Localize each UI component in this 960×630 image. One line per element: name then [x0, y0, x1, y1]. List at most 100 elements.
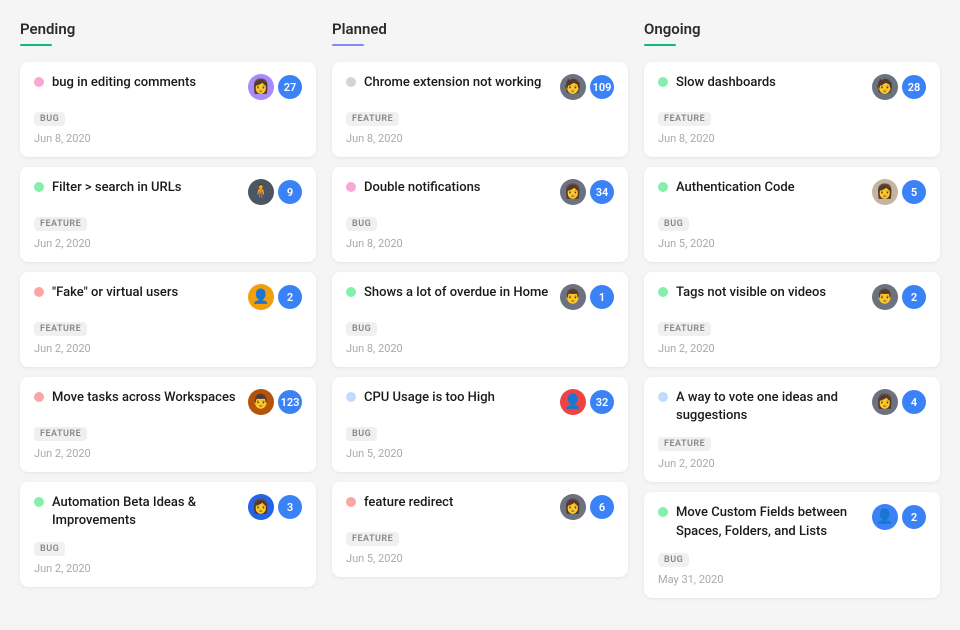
- card-tag: FEATURE: [658, 322, 711, 336]
- card[interactable]: feature redirect 👩6 FEATURE Jun 5, 2020: [332, 482, 628, 577]
- card-title: Shows a lot of overdue in Home: [364, 284, 548, 302]
- card-tag: BUG: [346, 427, 377, 441]
- status-dot: [346, 287, 356, 297]
- avatar: 👩: [560, 494, 586, 520]
- card-date: Jun 5, 2020: [658, 237, 926, 250]
- card-date: Jun 5, 2020: [346, 552, 614, 565]
- status-dot: [658, 77, 668, 87]
- status-dot: [346, 392, 356, 402]
- card-title: Move Custom Fields between Spaces, Folde…: [676, 504, 864, 540]
- count-badge: 6: [590, 495, 614, 519]
- avatar: 👤: [248, 284, 274, 310]
- card-tag: BUG: [346, 217, 377, 231]
- count-badge: 123: [278, 390, 302, 414]
- card-title: Chrome extension not working: [364, 74, 541, 92]
- status-dot: [658, 392, 668, 402]
- count-badge: 2: [278, 285, 302, 309]
- count-badge: 109: [590, 75, 614, 99]
- card[interactable]: Automation Beta Ideas & Improvements👩3BU…: [20, 482, 316, 587]
- card-tag: FEATURE: [34, 322, 87, 336]
- count-badge: 5: [902, 180, 926, 204]
- column-underline-ongoing: [644, 44, 676, 46]
- card-title: Filter > search in URLs: [52, 179, 181, 197]
- card[interactable]: CPU Usage is too High 👤32 BUG Jun 5, 2020: [332, 377, 628, 472]
- card-title: Automation Beta Ideas & Improvements: [52, 494, 240, 530]
- card-date: Jun 2, 2020: [34, 237, 302, 250]
- card[interactable]: "Fake" or virtual users👤2FEATUREJun 2, 2…: [20, 272, 316, 367]
- count-badge: 1: [590, 285, 614, 309]
- avatar: 👩: [560, 179, 586, 205]
- column-title-ongoing: Ongoing: [644, 20, 940, 38]
- avatar: 👨: [248, 389, 274, 415]
- card-tag: BUG: [34, 112, 65, 126]
- card-tag: FEATURE: [34, 427, 87, 441]
- card-date: Jun 2, 2020: [34, 447, 302, 460]
- card-tag: BUG: [346, 322, 377, 336]
- status-dot: [658, 507, 668, 517]
- card-tag: BUG: [658, 553, 689, 567]
- card-title: Move tasks across Workspaces: [52, 389, 236, 407]
- avatar: 👤: [872, 504, 898, 530]
- card-date: Jun 8, 2020: [346, 342, 614, 355]
- card[interactable]: Authentication Code👩5BUGJun 5, 2020: [644, 167, 940, 262]
- avatar: 🧍: [248, 179, 274, 205]
- card-title: bug in editing comments: [52, 74, 196, 92]
- card-tag: BUG: [658, 217, 689, 231]
- avatar: 👩: [248, 74, 274, 100]
- status-dot: [346, 77, 356, 87]
- status-dot: [34, 287, 44, 297]
- card-tag: FEATURE: [346, 532, 399, 546]
- card-tag: FEATURE: [346, 112, 399, 126]
- status-dot: [658, 287, 668, 297]
- card[interactable]: Slow dashboards🧑28FEATUREJun 8, 2020: [644, 62, 940, 157]
- card-tag: FEATURE: [658, 437, 711, 451]
- column-planned: Planned Chrome extension not working 🧑109 F…: [332, 20, 628, 608]
- card-title: feature redirect: [364, 494, 453, 512]
- card[interactable]: Tags not visible on videos👨2FEATUREJun 2…: [644, 272, 940, 367]
- card-date: Jun 2, 2020: [34, 562, 302, 575]
- card-date: Jun 2, 2020: [658, 342, 926, 355]
- count-badge: 2: [902, 505, 926, 529]
- card[interactable]: bug in editing comments👩27BUGJun 8, 2020: [20, 62, 316, 157]
- column-header-planned: Planned: [332, 20, 628, 46]
- card-title: A way to vote one ideas and suggestions: [676, 389, 864, 425]
- column-underline-planned: [332, 44, 364, 46]
- card[interactable]: Shows a lot of overdue in Home 👨1 BUG Jun 8…: [332, 272, 628, 367]
- card[interactable]: Move Custom Fields between Spaces, Folde…: [644, 492, 940, 597]
- card-title: "Fake" or virtual users: [52, 284, 178, 302]
- card[interactable]: Filter > search in URLs🧍9FEATUREJun 2, 2…: [20, 167, 316, 262]
- count-badge: 32: [590, 390, 614, 414]
- avatar: 👨: [872, 284, 898, 310]
- status-dot: [34, 182, 44, 192]
- kanban-board: Pendingbug in editing comments👩27BUGJun …: [20, 20, 940, 608]
- card[interactable]: Move tasks across Workspaces 👨123 FEATURE J…: [20, 377, 316, 472]
- card-date: Jun 5, 2020: [346, 447, 614, 460]
- avatar: 👨: [560, 284, 586, 310]
- card-date: Jun 8, 2020: [34, 132, 302, 145]
- avatar: 🧑: [872, 74, 898, 100]
- card[interactable]: Chrome extension not working 🧑109 FEATURE J…: [332, 62, 628, 157]
- card-title: CPU Usage is too High: [364, 389, 495, 407]
- card-title: Tags not visible on videos: [676, 284, 826, 302]
- card-title: Double notifications: [364, 179, 481, 197]
- avatar: 👤: [560, 389, 586, 415]
- count-badge: 4: [902, 390, 926, 414]
- card[interactable]: A way to vote one ideas and suggestions 👩…: [644, 377, 940, 482]
- status-dot: [34, 392, 44, 402]
- card-tag: BUG: [34, 542, 65, 556]
- card-tag: FEATURE: [658, 112, 711, 126]
- card-date: Jun 8, 2020: [658, 132, 926, 145]
- avatar: 👩: [872, 389, 898, 415]
- card-date: Jun 8, 2020: [346, 132, 614, 145]
- status-dot: [346, 182, 356, 192]
- card-date: May 31, 2020: [658, 573, 926, 586]
- avatar: 🧑: [560, 74, 586, 100]
- status-dot: [346, 497, 356, 507]
- card[interactable]: Double notifications👩34BUGJun 8, 2020: [332, 167, 628, 262]
- count-badge: 28: [902, 75, 926, 99]
- avatar: 👩: [872, 179, 898, 205]
- status-dot: [34, 497, 44, 507]
- column-header-pending: Pending: [20, 20, 316, 46]
- card-tag: FEATURE: [34, 217, 87, 231]
- column-title-planned: Planned: [332, 20, 628, 38]
